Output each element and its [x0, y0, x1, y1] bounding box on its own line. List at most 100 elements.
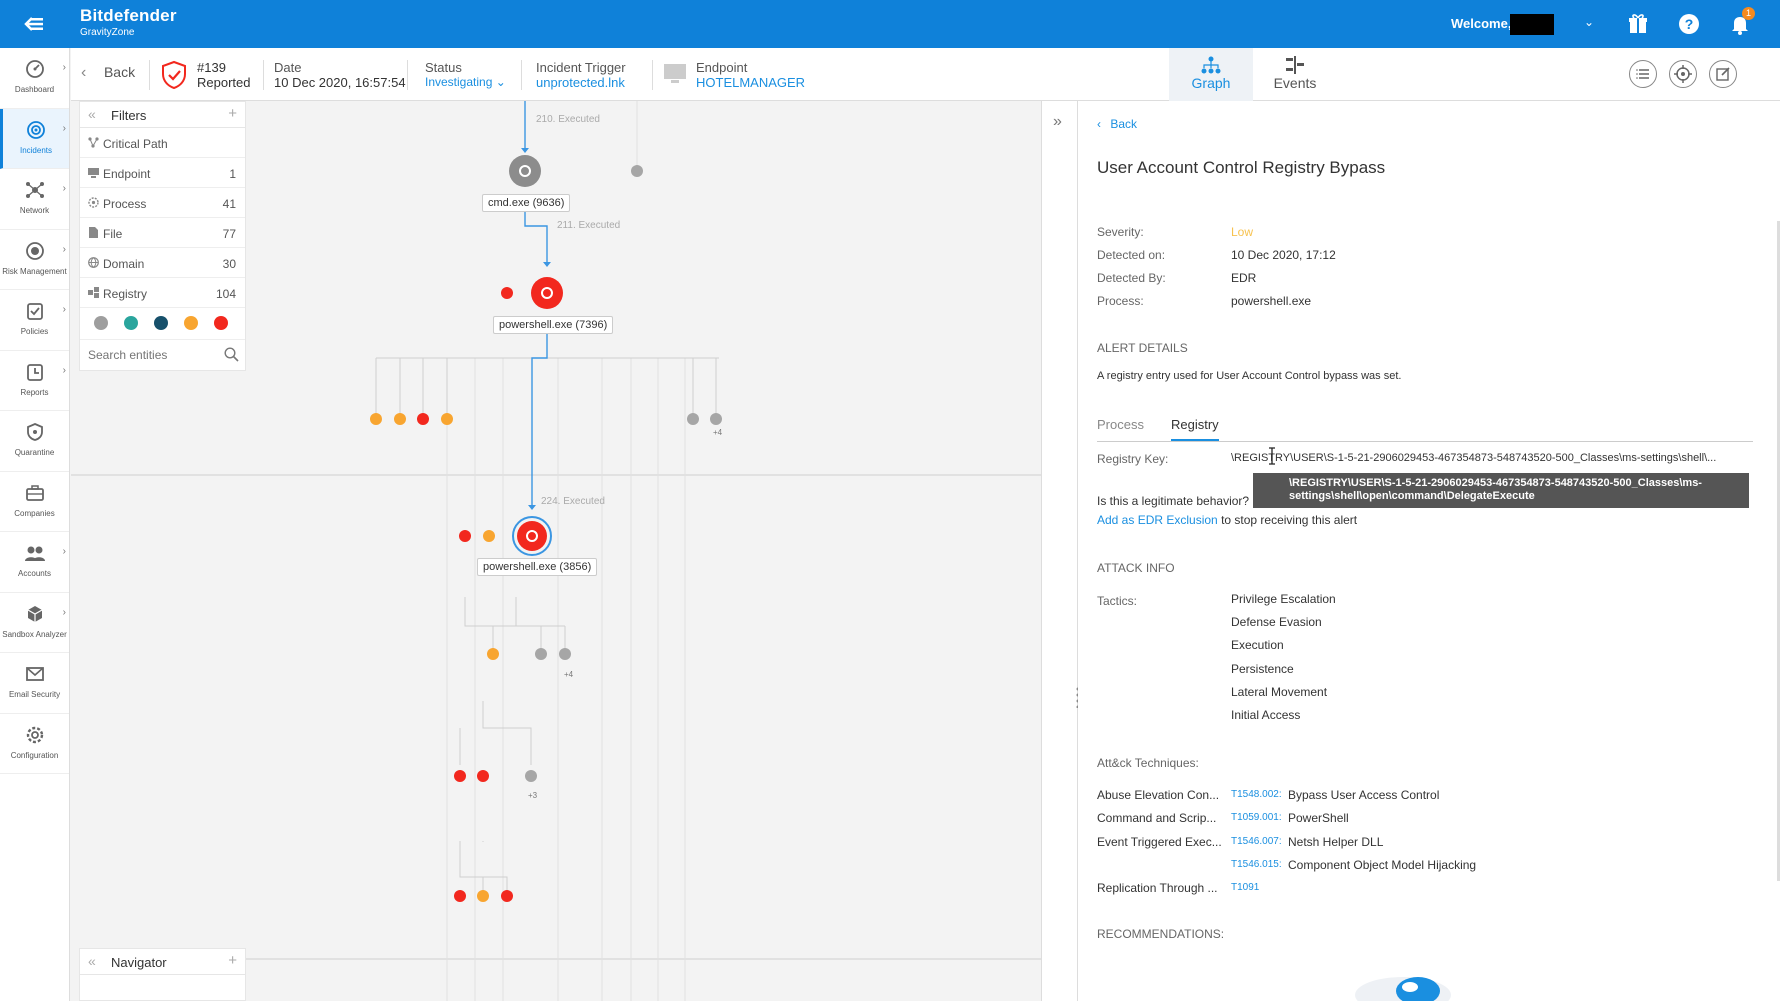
field-key: Severity:: [1097, 225, 1144, 239]
back-button[interactable]: ‹ Back: [81, 65, 135, 81]
investigate-button[interactable]: [1669, 60, 1697, 88]
sidebar-item-risk-management[interactable]: Risk Management ›: [0, 230, 69, 290]
graph-entity-node[interactable]: [687, 413, 699, 425]
navigator-header: « Navigator +: [80, 949, 245, 975]
filters-title: Filters: [111, 108, 147, 123]
alert-detail-panel: ‹ Back User Account Control Registry Byp…: [1078, 101, 1780, 1001]
chevron-down-icon[interactable]: ⌄: [1584, 15, 1594, 29]
technique-id-link[interactable]: T1059.001:: [1231, 812, 1282, 823]
node-label-powershell-3856[interactable]: powershell.exe (3856): [477, 558, 598, 576]
technique-id-link[interactable]: T1546.007:: [1231, 836, 1282, 847]
graph-entity-node[interactable]: [487, 648, 499, 660]
collapse-icon[interactable]: «: [88, 106, 96, 122]
graph-entity-node[interactable]: [631, 165, 643, 177]
technique-name: PowerShell: [1288, 811, 1349, 826]
sidebar-item-accounts[interactable]: Accounts ›: [0, 532, 69, 593]
add-edr-exclusion-link[interactable]: Add as EDR Exclusion: [1097, 513, 1218, 527]
tab-registry[interactable]: Registry: [1171, 417, 1219, 441]
node-powershell-3856[interactable]: [512, 516, 552, 556]
graph-entity-node[interactable]: [417, 413, 429, 425]
trigger-link[interactable]: unprotected.lnk: [536, 75, 626, 90]
sidebar-item-companies[interactable]: Companies: [0, 472, 69, 532]
sidebar-item-quarantine[interactable]: Quarantine: [0, 411, 69, 472]
sidebar-item-email-security[interactable]: Email Security: [0, 653, 69, 714]
more-count[interactable]: +3: [528, 791, 537, 800]
add-note-button[interactable]: [1709, 60, 1737, 88]
status-dropdown[interactable]: Investigating ⌄: [425, 75, 506, 90]
graph-entity-node[interactable]: [454, 770, 466, 782]
graph-entity-node[interactable]: [501, 890, 513, 902]
graph-entity-node[interactable]: [525, 770, 537, 782]
endpoint-link[interactable]: HOTELMANAGER: [696, 75, 805, 90]
graph-entity-node[interactable]: [710, 413, 722, 425]
configuration-icon: [26, 726, 43, 743]
graph-entity-node[interactable]: [454, 890, 466, 902]
search-input[interactable]: [88, 348, 218, 362]
list-icon: [1636, 69, 1649, 79]
registry-key-value[interactable]: \REGISTRY\USER\S-1-5-21-2906029453-46735…: [1231, 452, 1751, 464]
brand-logo[interactable]: Bitdefender GravityZone: [80, 6, 177, 38]
endpoint-label: Endpoint: [696, 60, 748, 75]
redacted-username[interactable]: [1510, 14, 1554, 35]
graph-entity-node[interactable]: [535, 648, 547, 660]
expand-icon[interactable]: +: [228, 105, 237, 122]
tab-process[interactable]: Process: [1097, 417, 1144, 439]
filter-domain[interactable]: Domain 30: [80, 248, 245, 278]
technique-id-link[interactable]: T1548.002:: [1231, 789, 1282, 800]
graph-entity-node[interactable]: [394, 413, 406, 425]
filter-process[interactable]: Process 41: [80, 188, 245, 218]
sidebar-item-incidents[interactable]: Incidents ›: [0, 108, 69, 169]
graph-entity-node[interactable]: [459, 530, 471, 542]
brand-name: Bitdefender: [80, 6, 177, 25]
collapse-icon[interactable]: «: [88, 953, 96, 969]
search-icon[interactable]: [224, 347, 239, 362]
divider: [407, 60, 408, 90]
graph-entity-node[interactable]: [483, 530, 495, 542]
graph-entity-node[interactable]: [477, 770, 489, 782]
graph-entity-node[interactable]: [501, 287, 513, 299]
more-count[interactable]: +4: [564, 670, 573, 679]
detail-back-link[interactable]: ‹ Back: [1097, 117, 1137, 131]
divider: [149, 60, 150, 90]
sidebar-item-dashboard[interactable]: Dashboard ›: [0, 48, 69, 109]
sidebar-item-reports[interactable]: Reports ›: [0, 351, 69, 411]
severity-color-dot[interactable]: [154, 316, 168, 330]
technique-id-link[interactable]: T1091: [1231, 882, 1259, 893]
filter-endpoint[interactable]: Endpoint 1: [80, 158, 245, 188]
technique-id-link[interactable]: T1546.015:: [1231, 859, 1282, 870]
graph-entity-node[interactable]: [370, 413, 382, 425]
graph-entity-node[interactable]: [477, 890, 489, 902]
sidebar-item-configuration[interactable]: Configuration: [0, 714, 69, 774]
collapse-menu-icon[interactable]: [22, 14, 44, 34]
sidebar-item-network[interactable]: Network ›: [0, 169, 69, 230]
severity-color-dot[interactable]: [94, 316, 108, 330]
sidebar-item-policies[interactable]: Policies ›: [0, 290, 69, 351]
help-icon[interactable]: ?: [1677, 12, 1701, 36]
more-count[interactable]: +4: [713, 428, 722, 437]
filter-registry[interactable]: Registry 104: [80, 278, 245, 308]
tab-events[interactable]: Events: [1253, 48, 1337, 101]
technique-name: Bypass User Access Control: [1288, 788, 1440, 802]
graph-entity-node[interactable]: [559, 648, 571, 660]
list-view-button[interactable]: [1629, 60, 1657, 88]
chevron-left-icon: ‹: [1097, 117, 1101, 131]
collapse-panel-icon[interactable]: »: [1053, 113, 1062, 131]
chevron-down-icon: ⌄: [495, 75, 506, 89]
gift-icon[interactable]: [1626, 12, 1650, 36]
sidebar-item-sandbox-analyzer[interactable]: Sandbox Analyzer ›: [0, 593, 69, 653]
techniques-heading: Att&ck Techniques:: [1097, 756, 1199, 770]
filter-file[interactable]: File 77: [80, 218, 245, 248]
incident-header: ‹ Back #139 Reported Date 10 Dec 2020, 1…: [71, 48, 1780, 101]
severity-color-dot[interactable]: [124, 316, 138, 330]
graph-entity-node[interactable]: [441, 413, 453, 425]
severity-color-dot[interactable]: [184, 316, 198, 330]
node-cmd-circle: [509, 155, 541, 187]
node-powershell-7396[interactable]: [531, 277, 563, 309]
severity-color-dot[interactable]: [214, 316, 228, 330]
tab-graph[interactable]: Graph: [1169, 48, 1253, 101]
node-label-cmd[interactable]: cmd.exe (9636): [482, 194, 571, 212]
expand-icon[interactable]: +: [228, 952, 237, 969]
node-cmd[interactable]: [509, 155, 541, 187]
filter-critical-path[interactable]: Critical Path: [80, 128, 245, 158]
node-label-powershell-7396[interactable]: powershell.exe (7396): [493, 316, 614, 334]
